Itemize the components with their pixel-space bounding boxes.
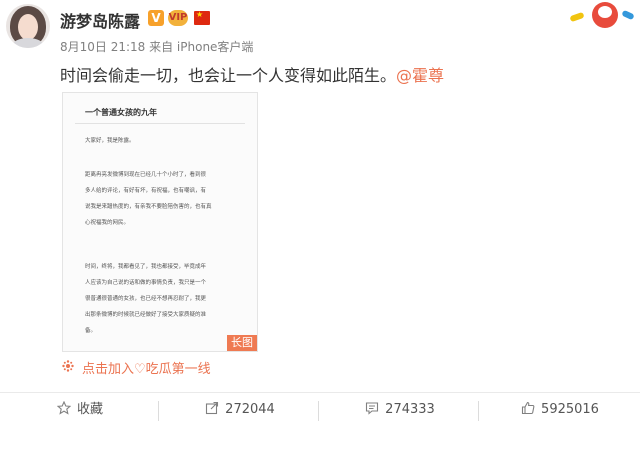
article-line: 心祝福我的网民。 xyxy=(85,220,130,226)
decorative-sticker-icon xyxy=(560,0,640,36)
verified-badge-icon: V xyxy=(148,10,164,26)
action-divider xyxy=(318,401,319,421)
article-line: 距离冉亮发微博到现在已经几十个小时了，看到很 xyxy=(85,172,207,178)
thumbs-up-icon xyxy=(521,401,535,415)
article-line: 大家好，我是陈露。 xyxy=(85,138,135,144)
comment-count: 274333 xyxy=(385,402,435,417)
comment-button[interactable]: 274333 xyxy=(320,393,480,429)
vip-badge-icon: VIP xyxy=(168,10,188,26)
repost-count: 272044 xyxy=(225,402,275,417)
supertopic-icon xyxy=(62,360,74,372)
post-body: 时间会偷走一切，也会让一个人变得如此陌生。 xyxy=(60,66,397,85)
post-text: 时间会偷走一切，也会让一个人变得如此陌生。@霍尊 xyxy=(60,62,444,86)
flag-icon xyxy=(194,10,210,25)
article-line: 时间，终将，我都看见了，我也都接受，毕竟成年 xyxy=(85,264,207,270)
action-divider xyxy=(478,401,479,421)
long-image[interactable]: 一个普通女孩的九年 大家好，我是陈露。 距离冉亮发微博到现在已经几十个小时了，看… xyxy=(62,92,258,352)
article-line: 多人给的评论，有好有坏，有祝福，也有嘲讽，有 xyxy=(85,188,207,194)
like-count: 5925016 xyxy=(541,402,599,417)
article-line: 说我是来蹭热度的，有亲我不要脸陪伤害的，也有真 xyxy=(85,204,212,210)
post-meta: 8月10日 21:18 来自 iPhone客户端 xyxy=(60,40,254,54)
avatar[interactable] xyxy=(6,4,50,48)
username[interactable]: 游梦岛陈露 xyxy=(60,8,140,32)
article-line: 出那条微博的时候就已经做好了接受大家质疑的准 xyxy=(85,312,207,318)
article-line: 备。 xyxy=(85,328,97,334)
action-divider xyxy=(158,401,159,421)
repost-button[interactable]: 272044 xyxy=(160,393,320,429)
article-line: 很普通很普通的女孩，也已经不想再忍耐了，我更 xyxy=(85,296,207,302)
article-divider xyxy=(75,123,245,124)
star-icon xyxy=(56,401,71,415)
like-button[interactable]: 5925016 xyxy=(480,393,640,429)
weibo-post: 游梦岛陈露 V VIP 8月10日 21:18 来自 iPhone客户端 时间会… xyxy=(0,0,640,450)
action-bar: 收藏 272044 274333 5925016 xyxy=(0,392,640,429)
comment-icon xyxy=(366,402,379,415)
share-icon xyxy=(206,401,219,415)
article-title: 一个普通女孩的九年 xyxy=(85,108,157,117)
mention-link[interactable]: @霍尊 xyxy=(396,66,444,85)
favorite-label: 收藏 xyxy=(76,402,103,417)
long-image-badge: 长图 xyxy=(227,335,257,351)
article-line: 人应该为自己说的话和做的事情负责，我只是一个 xyxy=(85,280,207,286)
favorite-button[interactable]: 收藏 xyxy=(0,393,160,429)
supertopic-label: 点击加入♡吃瓜第一线 xyxy=(82,362,211,377)
